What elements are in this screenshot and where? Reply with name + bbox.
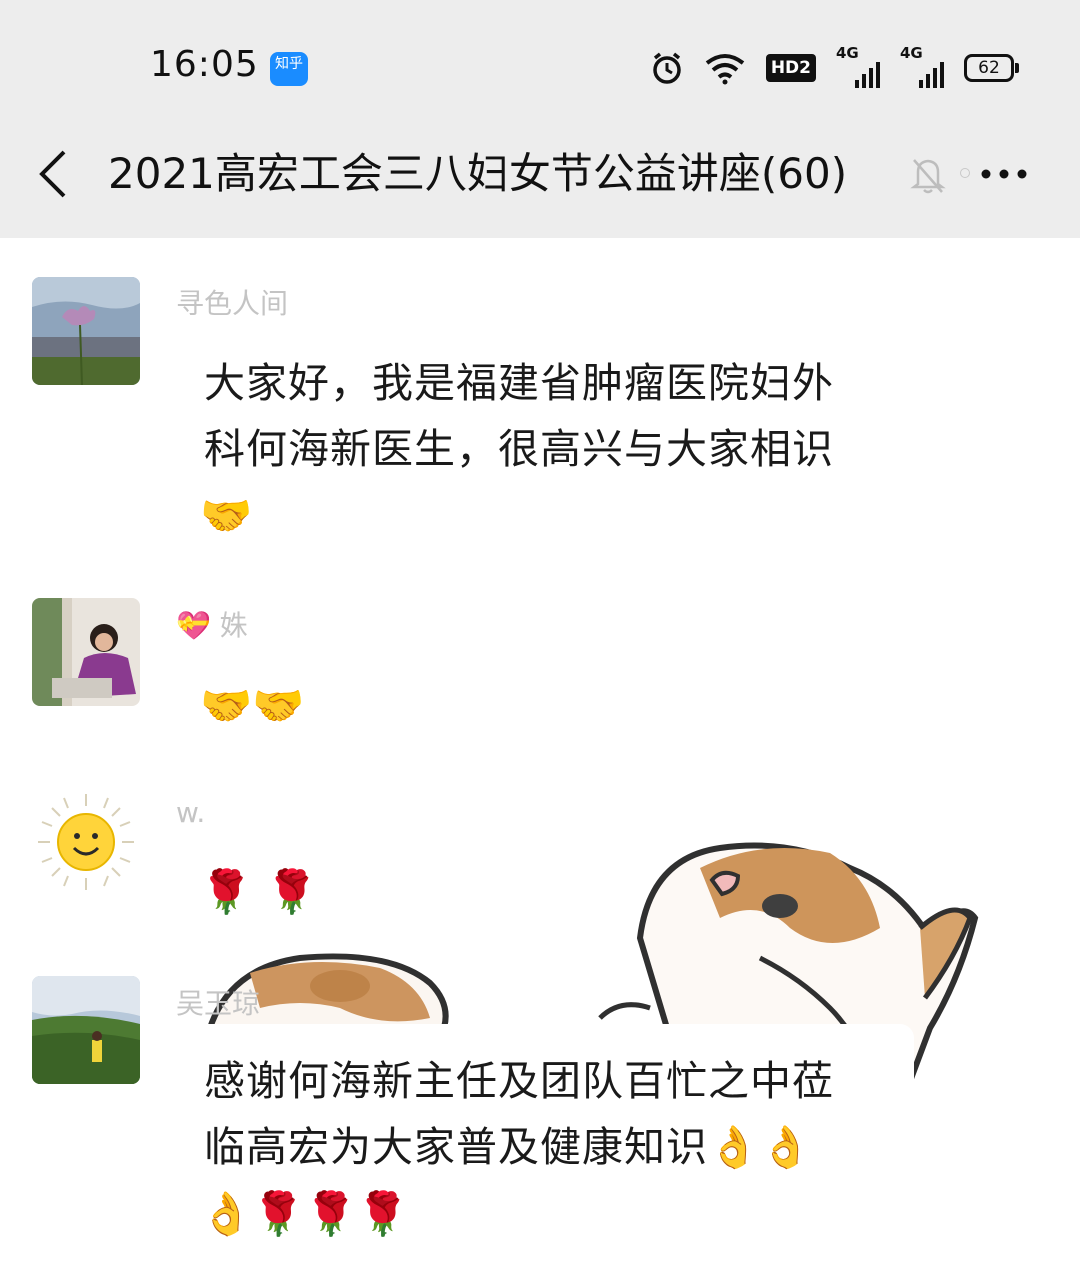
sender-name: 吴玉琼 <box>176 987 261 1020</box>
chat-header: 2021高宏工会三八妇女节公益讲座(60) <box>0 120 1080 238</box>
sender-name: 寻色人间 <box>176 287 289 320</box>
signal-4g-icon: 4G <box>836 44 880 90</box>
alarm-icon <box>650 46 684 90</box>
message-text[interactable]: 感谢何海新主任及团队百忙之中莅 临高宏为大家普及健康知识👌👌 <box>204 1048 894 1180</box>
signal-4g-icon: 4G <box>900 44 944 90</box>
chevron-left-icon <box>39 150 66 198</box>
chat-title: 2021高宏工会三八妇女节公益讲座(60) <box>108 149 848 198</box>
message-emoji[interactable]: 🌹 🌹 <box>200 864 318 920</box>
message-line: 临高宏为大家普及健康知识👌👌 <box>204 1123 813 1171</box>
avatar[interactable] <box>32 598 140 706</box>
battery-icon: 62 <box>964 46 1019 90</box>
location-dot-icon <box>960 168 970 178</box>
bell-off-icon <box>908 154 948 196</box>
zhihu-app-icon: 知乎 <box>270 52 308 86</box>
message-text[interactable]: 大家好，我是福建省肿瘤医院妇外 科何海新医生，很高兴与大家相识 <box>204 350 894 482</box>
sender-name: w. <box>176 796 206 829</box>
message-emoji[interactable]: 🤝🤝 <box>200 678 305 734</box>
back-button[interactable] <box>34 146 74 202</box>
wifi-icon <box>704 46 746 90</box>
hd-voice-icon: HD2 <box>765 46 816 90</box>
status-time: 16:05 <box>150 44 259 85</box>
chat-message-list[interactable]: 寻色人间 大家好，我是福建省肿瘤医院妇外 科何海新医生，很高兴与大家相识 🤝 💝… <box>0 238 1080 1281</box>
avatar[interactable] <box>32 277 140 385</box>
message-emoji[interactable]: 👌🌹🌹🌹 <box>200 1186 409 1242</box>
message-emoji[interactable]: 🤝 <box>200 488 252 544</box>
more-dots-icon <box>981 169 1027 179</box>
more-button[interactable] <box>978 150 1030 198</box>
avatar[interactable] <box>32 976 140 1084</box>
sender-name: 💝 姝 <box>176 609 248 642</box>
avatar[interactable] <box>32 788 140 896</box>
status-icons: HD2 4G 4G 62 <box>650 44 1019 90</box>
status-bar: 16:05 知乎 HD2 4G 4G 62 <box>0 0 1080 120</box>
message-line: 感谢何海新主任及团队百忙之中莅 <box>204 1057 834 1105</box>
message-line: 大家好，我是福建省肿瘤医院妇外 <box>204 359 834 407</box>
message-line: 科何海新医生，很高兴与大家相识 <box>204 425 834 473</box>
